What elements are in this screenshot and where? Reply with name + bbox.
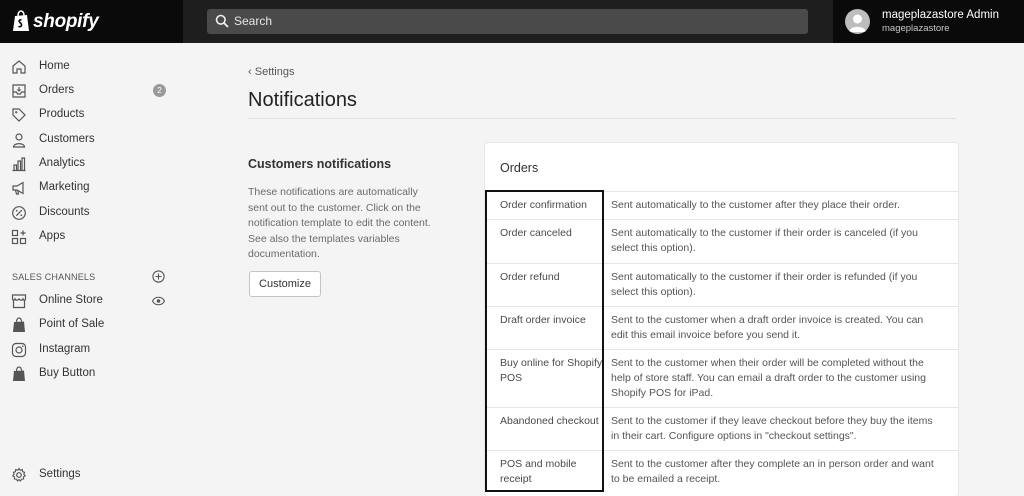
user-name: mageplazastore Admin bbox=[882, 9, 999, 21]
sidebar-item-label: Buy Button bbox=[39, 367, 96, 379]
tag-icon bbox=[12, 108, 26, 122]
breadcrumb-link[interactable]: Settings bbox=[255, 66, 295, 78]
shopify-bag-icon bbox=[13, 10, 29, 31]
sidebar-item-label: Instagram bbox=[39, 343, 91, 355]
chevron-left-icon: ‹ bbox=[248, 66, 252, 78]
user-avatar-icon bbox=[849, 14, 866, 32]
sidebar-item-buy-button[interactable]: Buy Button bbox=[0, 362, 183, 386]
megaphone-icon bbox=[12, 181, 24, 195]
notification-description: Sent to the customer when their order wi… bbox=[611, 357, 926, 399]
sidebar-item-home[interactable]: Home bbox=[0, 55, 183, 79]
search-bar[interactable]: Search bbox=[207, 9, 808, 34]
top-bar: shopify Search mageplazastore Admin mage… bbox=[0, 0, 1024, 43]
sidebar-item-customers[interactable]: Customers bbox=[0, 128, 183, 152]
sidebar-item-apps[interactable]: Apps bbox=[0, 225, 183, 249]
sidebar-item-label: Orders bbox=[39, 84, 75, 96]
card-title: Orders bbox=[500, 161, 539, 175]
notification-description: Sent automatically to the customer if th… bbox=[611, 227, 918, 254]
add-channel-icon[interactable] bbox=[152, 270, 165, 283]
section-title: Customers notifications bbox=[248, 157, 392, 171]
sidebar-item-label: Point of Sale bbox=[39, 318, 105, 330]
sidebar-item-label: Settings bbox=[39, 468, 81, 480]
store-icon bbox=[11, 294, 27, 309]
sidebar-item-label: Marketing bbox=[39, 181, 90, 193]
search-icon bbox=[215, 14, 229, 28]
section-description: These notifications are automatically se… bbox=[248, 186, 431, 260]
sidebar-item-marketing[interactable]: Marketing bbox=[0, 176, 183, 200]
title-divider bbox=[248, 118, 956, 119]
buy-button-icon bbox=[13, 366, 25, 381]
sidebar-item-discounts[interactable]: Discounts bbox=[0, 201, 183, 225]
sidebar-item-label: Apps bbox=[39, 230, 66, 242]
sidebar-item-label: Customers bbox=[39, 133, 95, 145]
user-menu[interactable]: mageplazastore Admin mageplazastore bbox=[833, 0, 1024, 43]
sidebar-item-online-store[interactable]: Online Store bbox=[0, 289, 183, 313]
sidebar: Home Orders 2 Products Customers Analyti… bbox=[0, 43, 183, 496]
notification-description: Sent to the customer if they leave check… bbox=[611, 415, 933, 442]
sidebar-item-point-of-sale[interactable]: Point of Sale bbox=[0, 313, 183, 337]
apps-icon bbox=[11, 229, 27, 245]
notification-description: Sent to the customer when a draft order … bbox=[611, 314, 924, 341]
bar-chart-icon bbox=[12, 157, 26, 172]
sidebar-item-label: Analytics bbox=[39, 157, 86, 169]
sidebar-item-label: Home bbox=[39, 60, 70, 72]
sidebar-item-analytics[interactable]: Analytics bbox=[0, 152, 183, 176]
breadcrumb[interactable]: ‹ Settings bbox=[248, 66, 294, 78]
sidebar-item-label: Products bbox=[39, 108, 85, 120]
page-title: Notifications bbox=[248, 89, 357, 111]
sidebar-item-products[interactable]: Products bbox=[0, 103, 183, 127]
annotation-highlight-box bbox=[485, 190, 604, 492]
avatar[interactable] bbox=[845, 9, 870, 34]
search-input[interactable]: Search bbox=[234, 14, 272, 28]
eye-icon[interactable] bbox=[152, 296, 165, 306]
discount-icon bbox=[12, 206, 26, 220]
pos-bag-icon bbox=[13, 317, 25, 332]
sidebar-item-orders[interactable]: Orders 2 bbox=[0, 79, 183, 103]
notification-description: Sent automatically to the customer after… bbox=[611, 199, 900, 211]
sidebar-item-label: Discounts bbox=[39, 206, 90, 218]
customize-button[interactable]: Customize bbox=[249, 271, 321, 297]
user-store-name: mageplazastore bbox=[882, 23, 950, 34]
gear-icon bbox=[11, 467, 27, 482]
orders-icon bbox=[12, 84, 26, 98]
person-icon bbox=[12, 133, 26, 148]
notification-description: Sent to the customer after they complete… bbox=[611, 458, 934, 485]
orders-count-badge: 2 bbox=[153, 84, 166, 97]
sidebar-item-label: Online Store bbox=[39, 294, 103, 306]
sidebar-item-settings[interactable]: Settings bbox=[0, 463, 183, 487]
logo-area[interactable]: shopify bbox=[0, 0, 183, 43]
sales-channels-heading: SALES CHANNELS bbox=[12, 272, 96, 282]
notification-description: Sent automatically to the customer if th… bbox=[611, 271, 918, 298]
brand-wordmark: shopify bbox=[33, 11, 99, 32]
instagram-icon bbox=[11, 342, 27, 358]
sidebar-item-instagram[interactable]: Instagram bbox=[0, 338, 183, 362]
home-icon bbox=[12, 60, 26, 74]
